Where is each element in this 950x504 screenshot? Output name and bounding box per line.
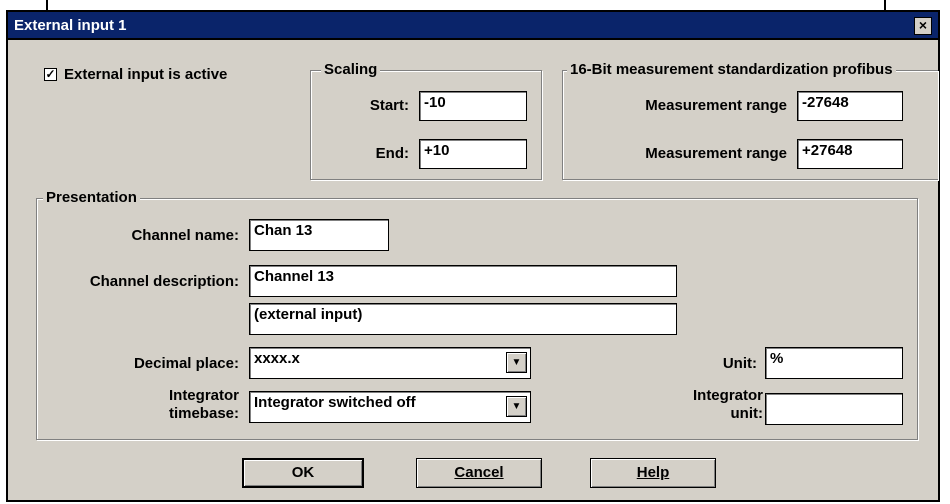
external-input-active-checkbox[interactable]: ✓ <box>44 68 57 81</box>
measurement-range-2-label: Measurement range <box>645 145 787 162</box>
chevron-down-icon[interactable]: ▼ <box>506 396 527 417</box>
integrator-timebase-label-2: timebase: <box>168 405 239 422</box>
scaling-end-label: End: <box>375 145 409 162</box>
scaling-end-input[interactable]: +10 <box>419 139 527 169</box>
decimal-place-value: xxxx.x <box>254 350 300 367</box>
window-title: External input 1 <box>14 17 127 34</box>
integrator-unit-input[interactable] <box>765 393 903 425</box>
channel-name-input[interactable]: Chan 13 <box>249 219 389 251</box>
scaling-start-input[interactable]: -10 <box>419 91 527 121</box>
unit-input[interactable]: % <box>765 347 903 379</box>
integrator-unit-label-2: unit: <box>730 405 763 422</box>
cancel-label: Cancel <box>454 464 504 481</box>
measurement-range-2-input[interactable]: +27648 <box>797 139 903 169</box>
presentation-group: Presentation Channel name: Chan 13 Chann… <box>36 189 918 440</box>
chevron-down-icon[interactable]: ▼ <box>506 352 527 373</box>
integrator-unit-label-1: Integrator <box>692 387 763 404</box>
check-icon: ✓ <box>45 67 56 81</box>
scaling-legend: Scaling <box>321 61 381 78</box>
integrator-timebase-value: Integrator switched off <box>254 394 416 411</box>
scaling-group: Scaling Start: -10 End: +10 <box>310 61 542 180</box>
channel-name-label: Channel name: <box>131 227 239 244</box>
channel-description-input-1[interactable]: Channel 13 <box>249 265 677 297</box>
help-label: Help <box>636 464 670 481</box>
integrator-timebase-select[interactable]: Integrator switched off <box>249 391 531 423</box>
scaling-start-label: Start: <box>369 97 409 114</box>
help-button[interactable]: Help <box>590 458 716 488</box>
external-input-active-label: External input is active <box>64 66 228 83</box>
decimal-place-select[interactable]: xxxx.x <box>249 347 531 379</box>
unit-label: Unit: <box>722 355 757 372</box>
integrator-timebase-label-1: Integrator <box>168 387 239 404</box>
title-bar[interactable]: External input 1 × <box>8 12 938 40</box>
channel-description-label: Channel description: <box>89 273 239 290</box>
channel-description-input-2[interactable]: (external input) <box>249 303 677 335</box>
ok-button[interactable]: OK <box>242 458 364 488</box>
standardization-group: 16-Bit measurement standardization profi… <box>562 61 938 180</box>
presentation-legend: Presentation <box>43 189 140 206</box>
external-input-dialog: External input 1 × ✓ External input is a… <box>6 10 940 502</box>
cancel-button[interactable]: Cancel <box>416 458 542 488</box>
measurement-range-1-input[interactable]: -27648 <box>797 91 903 121</box>
close-icon[interactable]: × <box>914 17 932 35</box>
decimal-place-label: Decimal place: <box>133 355 239 372</box>
standardization-legend: 16-Bit measurement standardization profi… <box>567 61 896 78</box>
measurement-range-1-label: Measurement range <box>645 97 787 114</box>
